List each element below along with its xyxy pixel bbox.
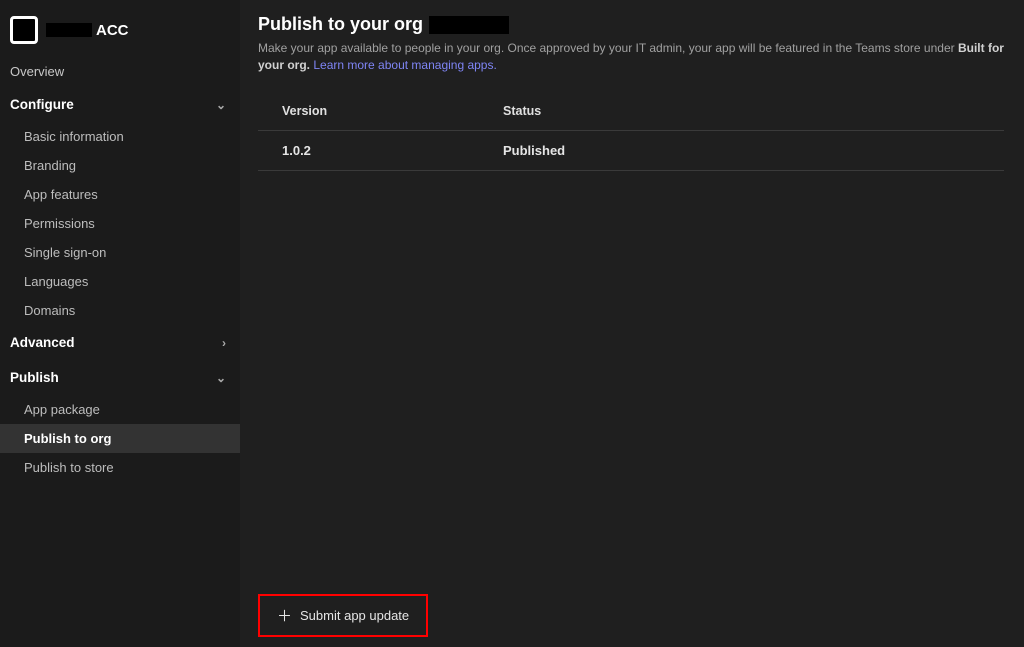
redacted-block: [429, 16, 509, 34]
nav-branding[interactable]: Branding: [0, 151, 240, 180]
nav-label: Permissions: [24, 216, 95, 231]
main-content: Publish to your org Make your app availa…: [240, 0, 1024, 647]
nav-app-features[interactable]: App features: [0, 180, 240, 209]
cell-version: 1.0.2: [258, 143, 503, 158]
submit-app-update-button[interactable]: ＋ Submit app update: [263, 599, 423, 632]
sidebar: ACC Overview Configure ⌄ Basic informati…: [0, 0, 240, 647]
nav-label: Languages: [24, 274, 88, 289]
nav-label: Overview: [10, 64, 64, 79]
nav-label: App package: [24, 402, 100, 417]
nav-label: Configure: [10, 97, 74, 112]
nav-label: Publish to org: [24, 431, 111, 446]
nav-languages[interactable]: Languages: [0, 267, 240, 296]
page-description: Make your app available to people in you…: [258, 40, 1004, 74]
plus-icon: ＋: [277, 605, 292, 626]
nav-label: Single sign-on: [24, 245, 106, 260]
nav-permissions[interactable]: Permissions: [0, 209, 240, 238]
nav-basic-info[interactable]: Basic information: [0, 122, 240, 151]
chevron-right-icon: ›: [222, 336, 226, 350]
nav-label: Advanced: [10, 335, 75, 350]
nav-label: Domains: [24, 303, 75, 318]
table-header-row: Version Status: [258, 92, 1004, 131]
desc-text: Make your app available to people in you…: [258, 41, 958, 55]
app-name: ACC: [46, 22, 129, 39]
nav-app-package[interactable]: App package: [0, 395, 240, 424]
nav-label: Basic information: [24, 129, 124, 144]
app-header: ACC: [0, 10, 240, 56]
highlight-box: ＋ Submit app update: [258, 594, 428, 637]
nav-label: Publish to store: [24, 460, 114, 475]
nav-domains[interactable]: Domains: [0, 296, 240, 325]
button-label: Submit app update: [300, 608, 409, 623]
nav-publish-to-store[interactable]: Publish to store: [0, 453, 240, 482]
nav-label: Publish: [10, 370, 59, 385]
col-header-status: Status: [503, 104, 1004, 118]
nav-label: Branding: [24, 158, 76, 173]
cell-status: Published: [503, 143, 1004, 158]
page-title: Publish to your org: [258, 14, 1004, 35]
nav-sso[interactable]: Single sign-on: [0, 238, 240, 267]
nav-label: App features: [24, 187, 98, 202]
nav-publish-to-org[interactable]: Publish to org: [0, 424, 240, 453]
redacted-block: [46, 23, 92, 37]
app-icon: [10, 16, 38, 44]
title-text: Publish to your org: [258, 14, 423, 35]
col-header-version: Version: [258, 104, 503, 118]
nav-configure[interactable]: Configure ⌄: [0, 87, 240, 122]
app-label: ACC: [96, 22, 129, 39]
nav-overview[interactable]: Overview: [0, 56, 240, 87]
table-row[interactable]: 1.0.2 Published: [258, 131, 1004, 171]
chevron-down-icon: ⌄: [216, 371, 226, 385]
version-table: Version Status 1.0.2 Published: [258, 92, 1004, 171]
nav-advanced[interactable]: Advanced ›: [0, 325, 240, 360]
nav-publish[interactable]: Publish ⌄: [0, 360, 240, 395]
chevron-down-icon: ⌄: [216, 98, 226, 112]
footer-actions: ＋ Submit app update: [258, 594, 428, 637]
learn-more-link[interactable]: Learn more about managing apps.: [313, 58, 496, 72]
